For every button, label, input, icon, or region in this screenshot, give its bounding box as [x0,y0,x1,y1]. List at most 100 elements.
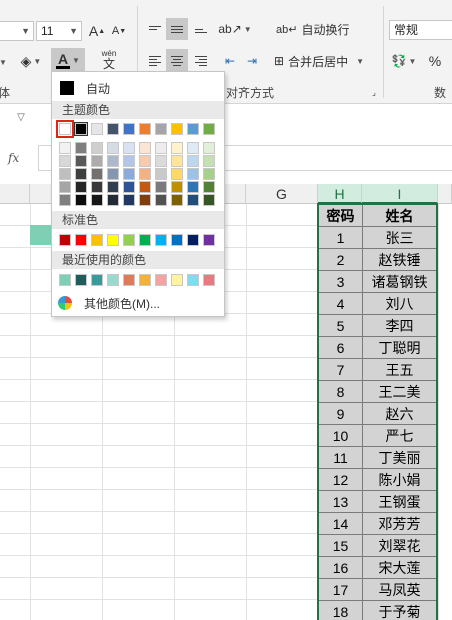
recent-color-swatch[interactable] [59,274,71,286]
password-cell[interactable]: 10 [318,424,363,447]
theme-shade-swatch[interactable] [203,194,215,206]
theme-shade-swatch[interactable] [139,142,151,154]
number-format-combo[interactable]: 常规 [389,20,452,40]
theme-shade-swatch[interactable] [123,155,135,167]
theme-shade-swatch[interactable] [155,168,167,180]
increase-indent-button[interactable]: ⇥ [242,52,262,70]
theme-shade-swatch[interactable] [139,168,151,180]
password-cell[interactable]: 4 [318,292,363,315]
align-bottom-button[interactable] [192,20,210,38]
theme-shade-swatch[interactable] [59,155,71,167]
name-cell[interactable]: 赵六 [362,402,437,425]
theme-shade-swatch[interactable] [123,168,135,180]
theme-shade-swatch[interactable] [139,181,151,193]
theme-shade-swatch[interactable] [75,194,87,206]
theme-color-swatch[interactable] [123,123,135,135]
theme-shade-swatch[interactable] [123,142,135,154]
align-left-button[interactable] [146,52,164,70]
insert-function-button[interactable]: fx [8,151,19,165]
theme-shade-swatch[interactable] [203,155,215,167]
recent-color-swatch[interactable] [171,274,183,286]
recent-color-swatch[interactable] [123,274,135,286]
shrink-font-button[interactable]: A ▼ [110,20,128,42]
recent-color-swatch[interactable] [155,274,167,286]
name-cell[interactable]: 王二美 [362,380,437,403]
password-cell[interactable]: 15 [318,534,363,557]
theme-shade-swatch[interactable] [59,168,71,180]
password-cell[interactable]: 8 [318,380,363,403]
theme-shade-swatch[interactable] [187,168,199,180]
name-cell[interactable]: 刘八 [362,292,437,315]
password-cell[interactable]: 18 [318,600,363,620]
align-top-button[interactable] [146,20,164,38]
theme-shade-swatch[interactable] [59,181,71,193]
fill-color-button[interactable]: ◈ ▼ [14,50,48,72]
more-colors-option[interactable]: 其他颜色(M)... [52,290,224,314]
recent-color-swatch[interactable] [187,274,199,286]
column-header-partial[interactable] [438,184,452,204]
standard-color-swatch[interactable] [187,234,199,246]
merge-center-button[interactable]: ⊞ 合并后居中 ▼ [274,52,374,70]
standard-color-swatch[interactable] [107,234,119,246]
theme-shade-swatch[interactable] [107,194,119,206]
theme-shade-swatch[interactable] [107,142,119,154]
theme-shade-swatch[interactable] [187,194,199,206]
theme-shade-swatch[interactable] [75,181,87,193]
column-header-partial[interactable] [0,184,30,204]
touch-mode-dropdown[interactable]: ▽ [14,110,28,124]
name-cell[interactable]: 陈小娟 [362,468,437,491]
name-cell[interactable]: 李四 [362,314,437,337]
recent-color-swatch[interactable] [91,274,103,286]
name-cell[interactable]: 宋大莲 [362,556,437,579]
name-cell[interactable]: 马凤英 [362,578,437,601]
theme-shade-swatch[interactable] [59,142,71,154]
decrease-indent-button[interactable]: ⇤ [220,52,240,70]
standard-color-swatch[interactable] [139,234,151,246]
theme-shade-swatch[interactable] [155,181,167,193]
percent-style-button[interactable]: % [426,52,444,70]
theme-color-swatch[interactable] [107,123,119,135]
theme-color-swatch[interactable] [74,122,88,136]
theme-shade-swatch[interactable] [107,168,119,180]
password-cell[interactable]: 5 [318,314,363,337]
theme-color-swatch[interactable] [203,123,215,135]
theme-shade-swatch[interactable] [155,155,167,167]
column-header-h[interactable]: H [318,184,362,204]
name-cell[interactable]: 于予菊 [362,600,437,620]
theme-shade-swatch[interactable] [107,181,119,193]
theme-shade-swatch[interactable] [91,155,103,167]
theme-shade-swatch[interactable] [187,181,199,193]
standard-color-swatch[interactable] [59,234,71,246]
theme-shade-swatch[interactable] [91,142,103,154]
wrap-text-button[interactable]: ab↵ 自动换行 [276,20,372,38]
align-right-button[interactable] [192,52,210,70]
name-cell[interactable]: 邓芳芳 [362,512,437,535]
name-cell[interactable]: 王钢蛋 [362,490,437,513]
border-dropdown[interactable]: ▼ [0,52,7,72]
theme-color-swatch[interactable] [155,123,167,135]
standard-color-swatch[interactable] [75,234,87,246]
password-cell[interactable]: 11 [318,446,363,469]
theme-shade-swatch[interactable] [155,194,167,206]
name-cell[interactable]: 刘翠花 [362,534,437,557]
grow-font-button[interactable]: A ▲ [88,20,106,42]
password-cell[interactable]: 3 [318,270,363,293]
name-cell[interactable]: 张三 [362,226,437,249]
standard-color-swatch[interactable] [91,234,103,246]
theme-color-swatch[interactable] [56,120,74,138]
name-cell[interactable]: 王五 [362,358,437,381]
theme-shade-swatch[interactable] [171,181,183,193]
theme-shade-swatch[interactable] [91,181,103,193]
align-middle-button[interactable] [166,18,188,40]
column-header-i[interactable]: I [362,184,438,204]
align-center-button[interactable] [166,49,188,73]
theme-color-swatch[interactable] [139,123,151,135]
theme-shade-swatch[interactable] [203,181,215,193]
password-cell[interactable]: 14 [318,512,363,535]
font-size-combo[interactable]: 11 ▼ [36,21,82,41]
theme-shade-swatch[interactable] [155,142,167,154]
theme-shade-swatch[interactable] [91,194,103,206]
password-cell[interactable]: 6 [318,336,363,359]
recent-color-swatch[interactable] [107,274,119,286]
theme-color-swatch[interactable] [91,123,103,135]
